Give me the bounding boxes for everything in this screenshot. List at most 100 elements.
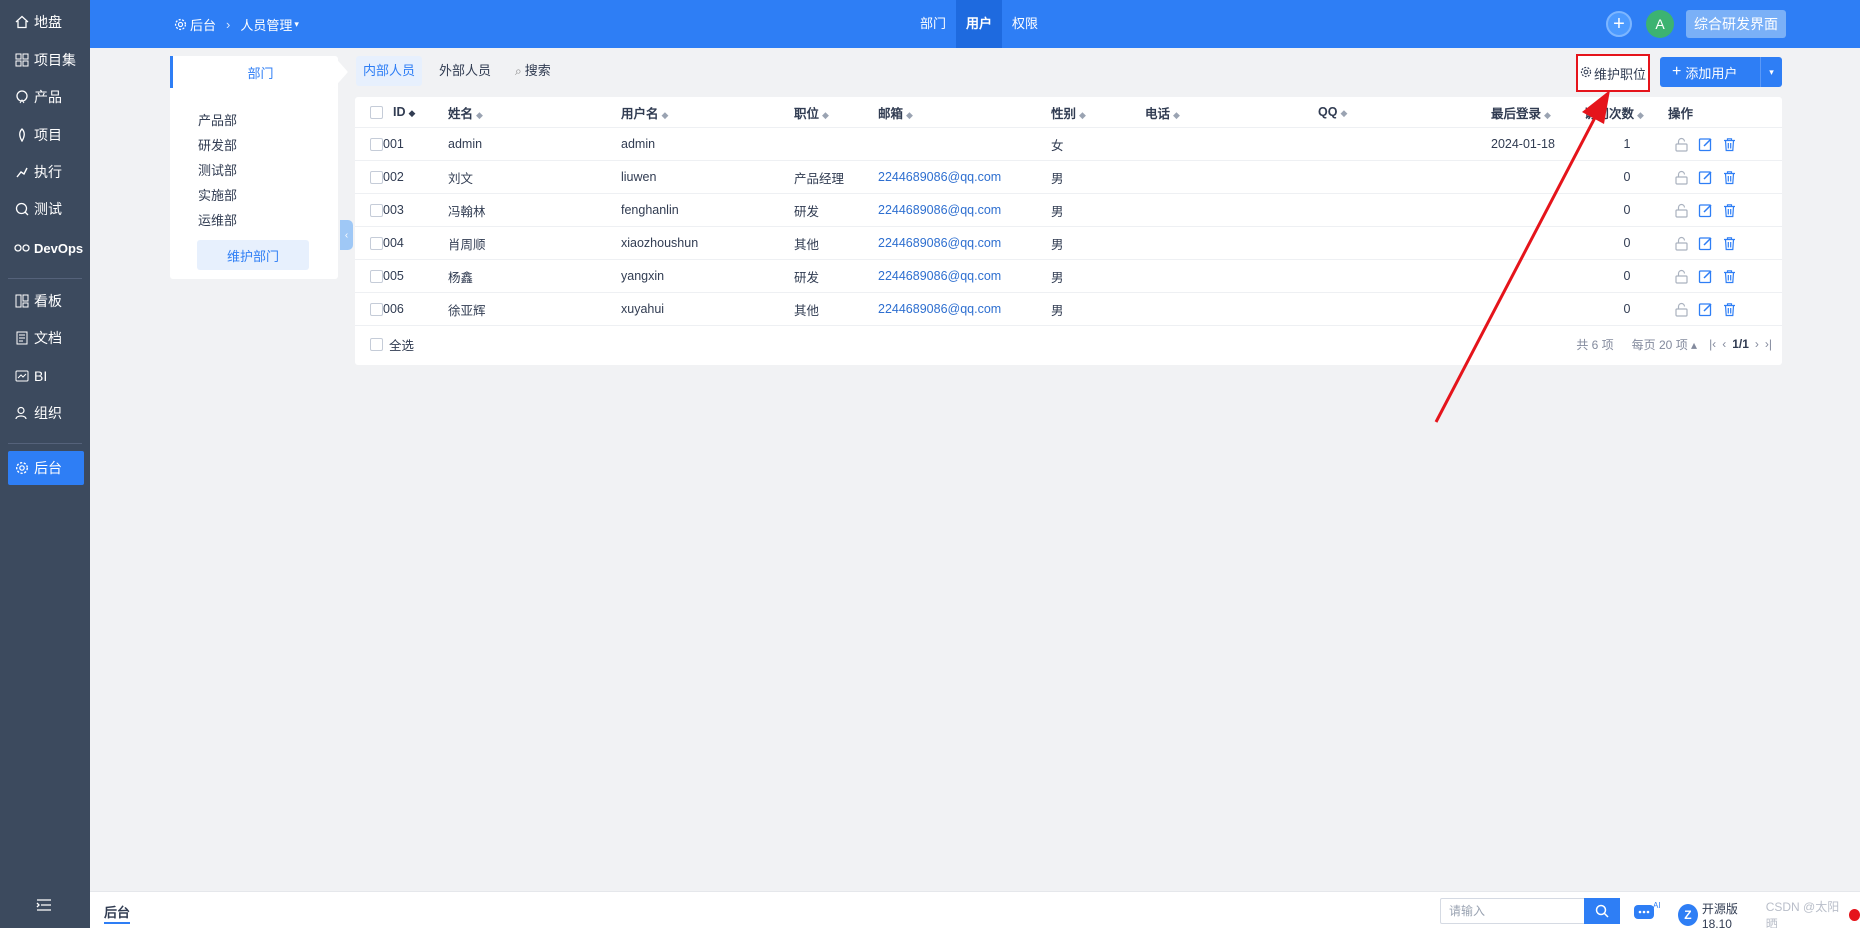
page-indicator: 1/1 bbox=[1732, 337, 1749, 351]
sidebar-item-docs[interactable]: 文档 bbox=[8, 321, 84, 355]
nav-permission[interactable]: 权限 bbox=[1002, 0, 1048, 48]
create-plus-icon[interactable]: + bbox=[1606, 11, 1632, 37]
department-item[interactable]: 产品部 bbox=[198, 108, 237, 133]
delete-icon[interactable] bbox=[1721, 136, 1737, 152]
delete-icon[interactable] bbox=[1721, 268, 1737, 284]
column-header-username[interactable]: 用户名 ◆ bbox=[621, 103, 668, 122]
lock-icon[interactable] bbox=[1673, 136, 1689, 152]
lock-icon[interactable] bbox=[1673, 169, 1689, 185]
row-checkbox[interactable] bbox=[370, 302, 383, 316]
lock-icon[interactable] bbox=[1673, 301, 1689, 317]
project-icon bbox=[14, 127, 30, 143]
table-row[interactable]: 002 刘文 liuwen 产品经理 2244689086@qq.com 男 0 bbox=[355, 161, 1782, 194]
sidebar-item-label: 测试 bbox=[34, 201, 62, 217]
cell-username: liuwen bbox=[621, 170, 657, 184]
sidebar-item-dashboard[interactable]: 地盘 bbox=[8, 5, 84, 39]
column-header-email[interactable]: 邮箱 ◆ bbox=[878, 103, 913, 122]
cell-email[interactable]: 2244689086@qq.com bbox=[878, 302, 1001, 316]
add-user-button[interactable]: + 添加用户 bbox=[1660, 63, 1760, 82]
select-all-footer-checkbox[interactable] bbox=[370, 337, 383, 351]
search-button[interactable] bbox=[1584, 898, 1620, 924]
sidebar-item-label: 后台 bbox=[34, 460, 62, 476]
breadcrumb-current[interactable]: 人员管理 bbox=[240, 15, 292, 34]
column-header-name[interactable]: 姓名 ◆ bbox=[448, 103, 483, 122]
sidebar-item-execution[interactable]: 执行 bbox=[8, 155, 84, 189]
cell-email[interactable]: 2244689086@qq.com bbox=[878, 236, 1001, 250]
table-row[interactable]: 006 徐亚辉 xuyahui 其他 2244689086@qq.com 男 0 bbox=[355, 293, 1782, 326]
sidebar-item-org[interactable]: 组织 bbox=[8, 396, 84, 430]
sidebar-item-devops[interactable]: DevOps bbox=[8, 231, 84, 265]
edit-icon[interactable] bbox=[1697, 235, 1713, 251]
row-checkbox[interactable] bbox=[370, 269, 383, 283]
table-row[interactable]: 001 admin admin 女 2024-01-18 1 bbox=[355, 128, 1782, 161]
table-row[interactable]: 003 冯翰林 fenghanlin 研发 2244689086@qq.com 男 0 bbox=[355, 194, 1782, 227]
delete-icon[interactable] bbox=[1721, 301, 1737, 317]
sidebar-item-bi[interactable]: BI bbox=[8, 359, 84, 393]
edit-icon[interactable] bbox=[1697, 301, 1713, 317]
nav-user[interactable]: 用户 bbox=[956, 0, 1003, 48]
version-info[interactable]: Z 开源版18.10 CSDN @太阳晒 bbox=[1678, 898, 1860, 928]
next-page-icon[interactable]: › bbox=[1755, 337, 1759, 351]
column-header-visits[interactable]: 访问次数 ◆ bbox=[1584, 103, 1644, 122]
sidebar-item-admin[interactable]: 后台 bbox=[8, 451, 84, 485]
delete-icon[interactable] bbox=[1721, 235, 1737, 251]
department-item[interactable]: 运维部 bbox=[198, 208, 237, 233]
sidebar-item-product[interactable]: 产品 bbox=[8, 80, 84, 114]
interface-switch-button[interactable]: 综合研发界面 bbox=[1686, 10, 1786, 38]
column-header-id[interactable]: ID ◆ bbox=[393, 105, 415, 119]
prev-page-icon[interactable]: ‹ bbox=[1722, 337, 1726, 351]
select-all-checkbox[interactable] bbox=[370, 105, 383, 119]
tab-internal[interactable]: 内部人员 bbox=[356, 56, 423, 86]
maintain-position-button[interactable]: 维护职位 bbox=[1576, 54, 1650, 92]
cell-email[interactable]: 2244689086@qq.com bbox=[878, 203, 1001, 217]
collapse-panel-icon[interactable]: ‹ bbox=[340, 220, 353, 250]
last-page-icon[interactable]: ›| bbox=[1765, 337, 1772, 351]
column-header-qq[interactable]: QQ ◆ bbox=[1318, 105, 1347, 119]
lock-icon[interactable] bbox=[1673, 202, 1689, 218]
row-checkbox[interactable] bbox=[370, 137, 383, 151]
avatar[interactable]: A bbox=[1646, 10, 1674, 38]
first-page-icon[interactable]: |‹ bbox=[1709, 337, 1716, 351]
cell-name: admin bbox=[448, 137, 483, 151]
delete-icon[interactable] bbox=[1721, 169, 1737, 185]
department-item[interactable]: 测试部 bbox=[198, 158, 237, 183]
select-all-label[interactable]: 全选 bbox=[389, 335, 414, 354]
lock-icon[interactable] bbox=[1673, 268, 1689, 284]
row-checkbox[interactable] bbox=[370, 170, 383, 184]
sidebar-item-project[interactable]: 项目 bbox=[8, 118, 84, 152]
sidebar-item-label: 看板 bbox=[34, 293, 62, 309]
ai-chat-icon[interactable]: AI bbox=[1633, 900, 1663, 922]
delete-icon[interactable] bbox=[1721, 202, 1737, 218]
column-header-phone[interactable]: 电话 ◆ bbox=[1145, 103, 1180, 122]
table-row[interactable]: 004 肖周顺 xiaozhoushun 其他 2244689086@qq.com 男 0 bbox=[355, 227, 1782, 260]
department-item[interactable]: 实施部 bbox=[198, 183, 237, 208]
cell-email[interactable]: 2244689086@qq.com bbox=[878, 269, 1001, 283]
add-user-dropdown-icon[interactable]: ▾ bbox=[1760, 57, 1782, 87]
column-header-position[interactable]: 职位 ◆ bbox=[794, 103, 829, 122]
menu-collapse-icon[interactable] bbox=[36, 898, 54, 912]
tab-external[interactable]: 外部人员 bbox=[432, 56, 498, 86]
sidebar-item-test[interactable]: 测试 bbox=[8, 192, 84, 226]
search-toggle[interactable]: ⌕ 搜索 bbox=[508, 56, 558, 86]
edit-icon[interactable] bbox=[1697, 202, 1713, 218]
sidebar-item-kanban[interactable]: 看板 bbox=[8, 284, 84, 318]
edit-icon[interactable] bbox=[1697, 136, 1713, 152]
row-checkbox[interactable] bbox=[370, 236, 383, 250]
lock-icon[interactable] bbox=[1673, 235, 1689, 251]
table-row[interactable]: 005 杨鑫 yangxin 研发 2244689086@qq.com 男 0 bbox=[355, 260, 1782, 293]
cell-id: 006 bbox=[383, 302, 404, 316]
nav-dept[interactable]: 部门 bbox=[910, 0, 956, 48]
edit-icon[interactable] bbox=[1697, 268, 1713, 284]
row-checkbox[interactable] bbox=[370, 203, 383, 217]
cell-email[interactable]: 2244689086@qq.com bbox=[878, 170, 1001, 184]
chevron-down-icon[interactable]: ▾ bbox=[294, 19, 299, 30]
sidebar-item-programs[interactable]: 项目集 bbox=[8, 43, 84, 77]
global-search-input[interactable]: 请输入 bbox=[1440, 898, 1585, 924]
page-size-select[interactable]: 每页 20 项 ▴ bbox=[1626, 336, 1697, 353]
department-item[interactable]: 研发部 bbox=[198, 133, 237, 158]
breadcrumb-root[interactable]: 后台 bbox=[190, 15, 216, 34]
column-header-last-login[interactable]: 最后登录 ◆ bbox=[1491, 103, 1551, 122]
manage-department-button[interactable]: 维护部门 bbox=[197, 240, 309, 270]
column-header-gender[interactable]: 性别 ◆ bbox=[1051, 103, 1086, 122]
edit-icon[interactable] bbox=[1697, 169, 1713, 185]
